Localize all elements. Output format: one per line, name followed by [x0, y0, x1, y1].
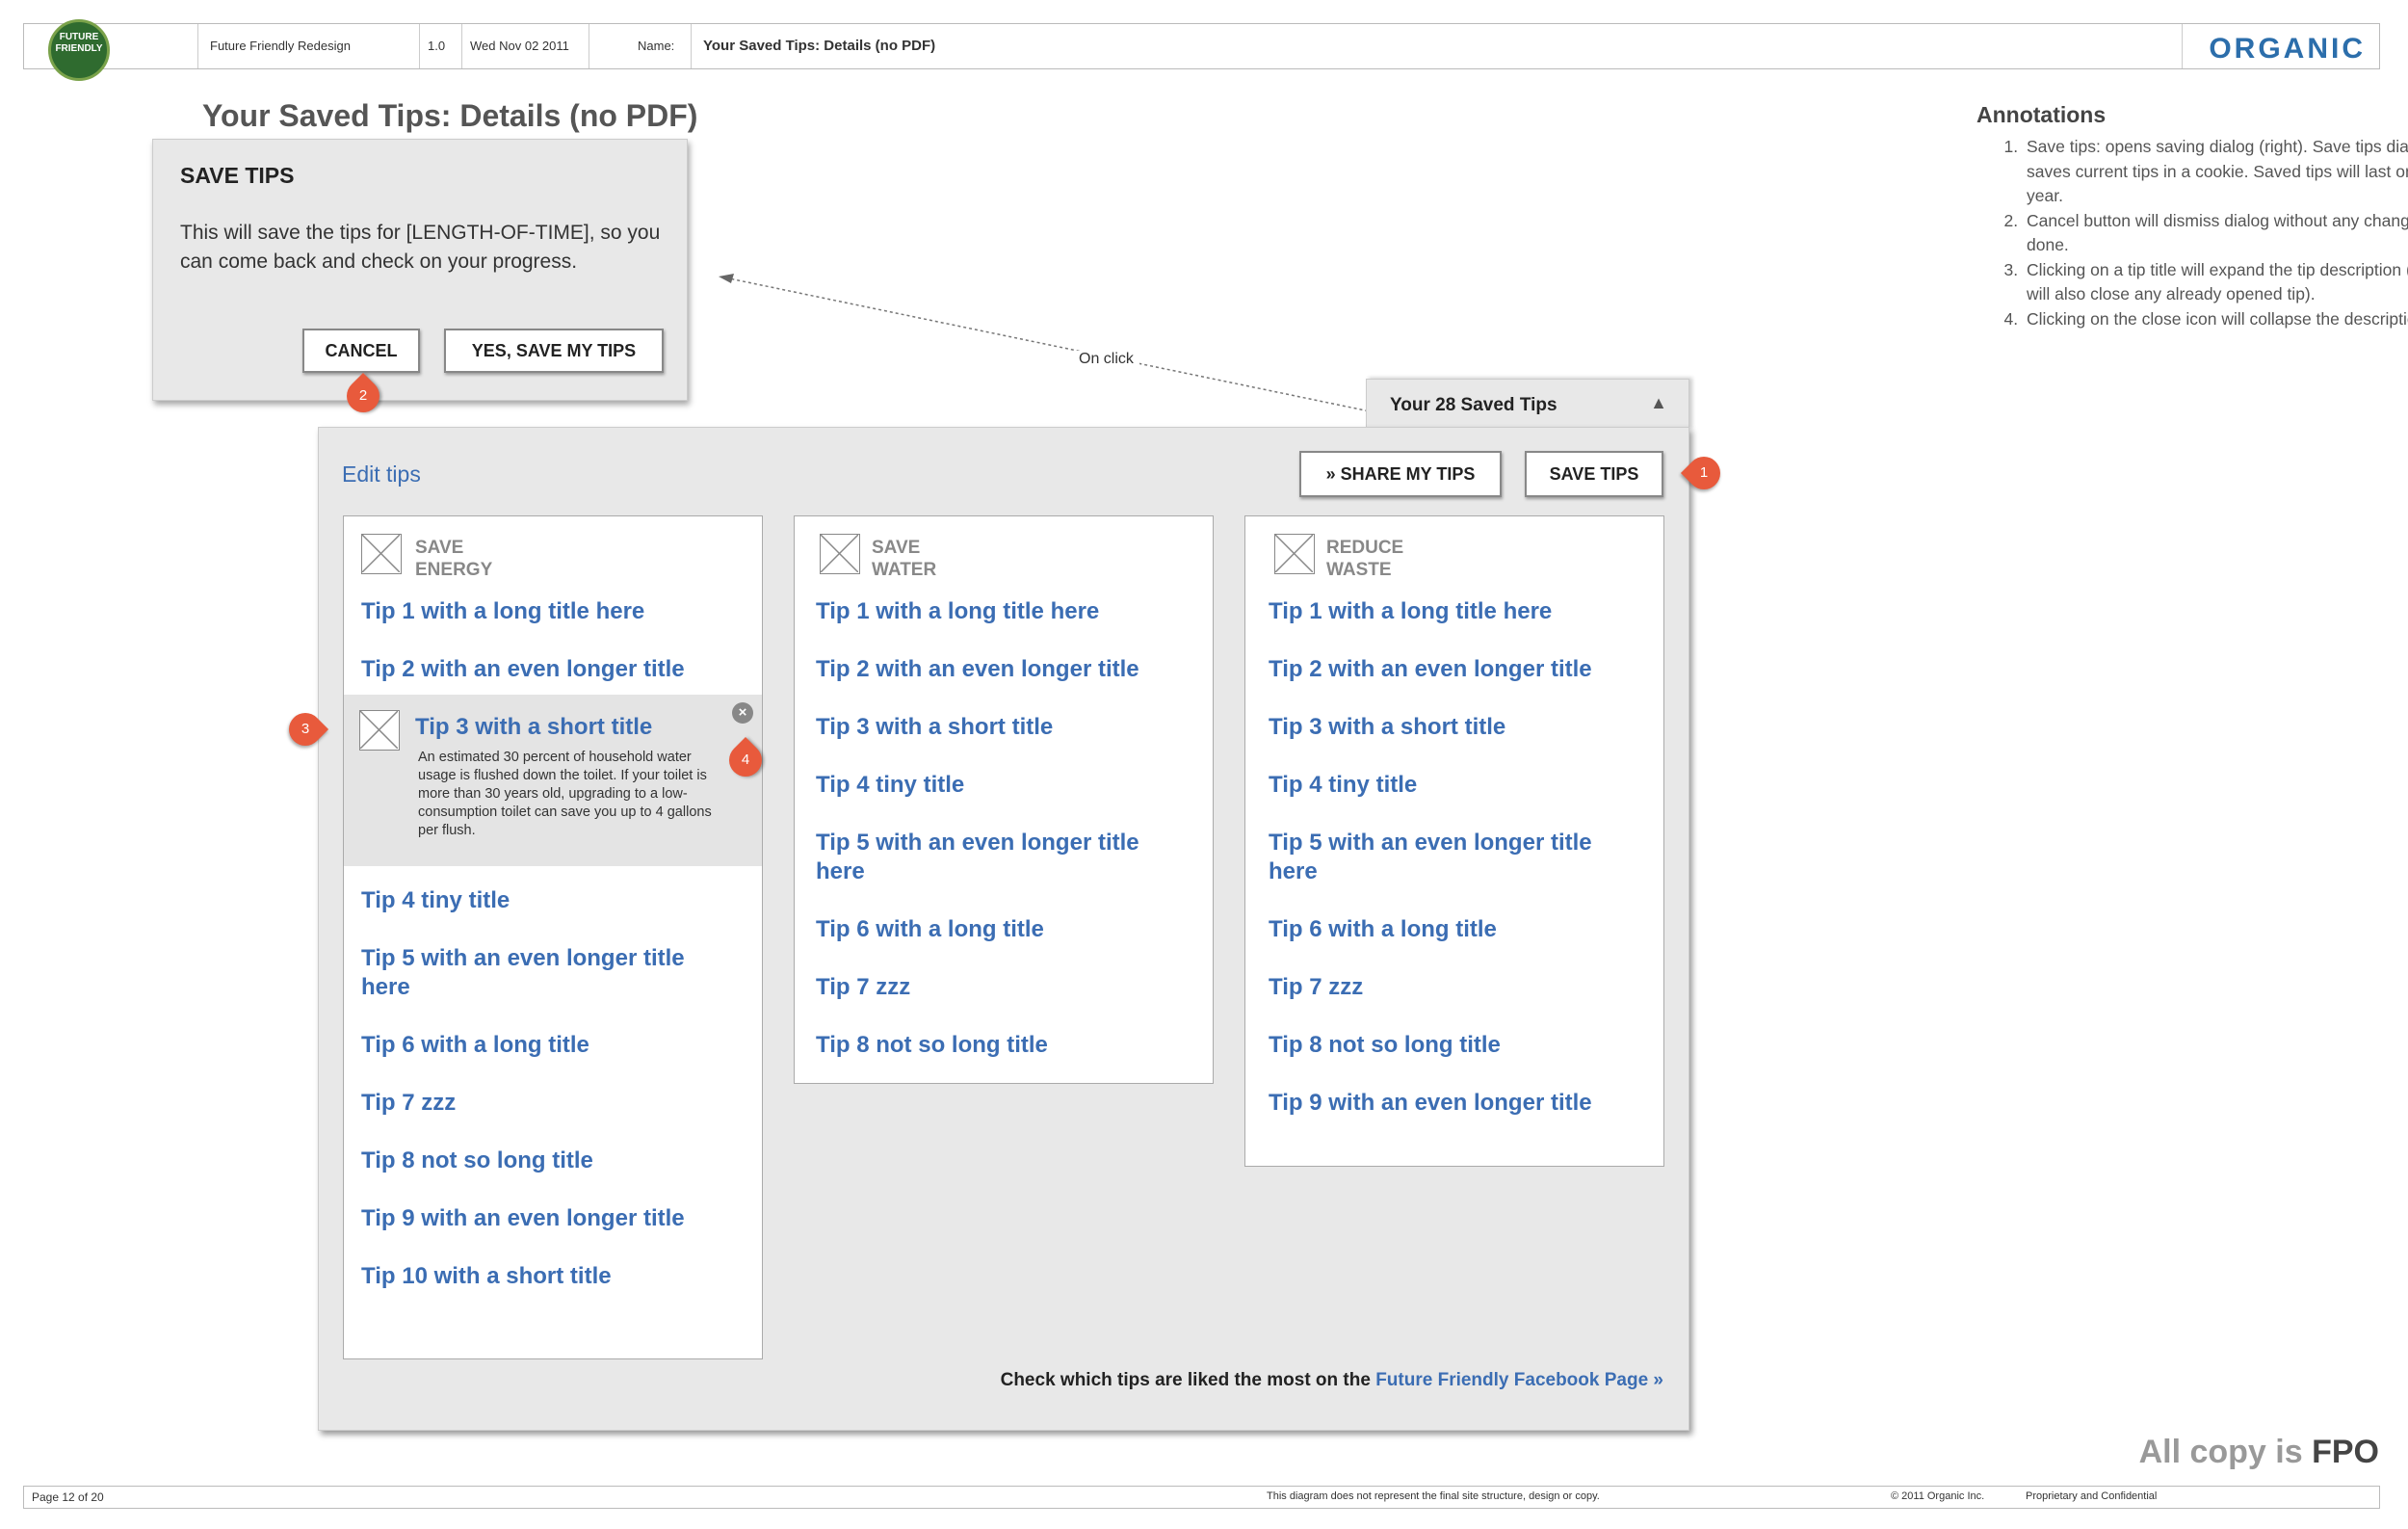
category-column-reduce-waste: REDUCE WASTE Tip 1 with a long title here… — [1244, 515, 1664, 1167]
tip-title[interactable]: Tip 2 with an even longer title — [361, 655, 685, 684]
saved-tips-tab[interactable]: Your 28 Saved Tips ▲ — [1366, 379, 1689, 430]
yes-save-tips-button[interactable]: YES, SAVE MY TIPS — [444, 329, 664, 373]
tip-title[interactable]: Tip 5 with an even longer title here — [361, 944, 727, 1002]
tip-description: An estimated 30 percent of household wat… — [418, 750, 712, 838]
tip-title[interactable]: Tip 5 with an even longer title here — [816, 829, 1182, 886]
tip-title[interactable]: Tip 6 with a long title — [1269, 915, 1497, 944]
document-footer: Page 12 of 20 This diagram does not repr… — [23, 1486, 2380, 1509]
tip-title[interactable]: Tip 8 not so long title — [816, 1031, 1048, 1060]
close-icon[interactable]: × — [732, 702, 753, 724]
category-line-2: WASTE — [1326, 560, 1392, 580]
share-my-tips-button[interactable]: » SHARE MY TIPS — [1299, 451, 1502, 497]
tip-title[interactable]: Tip 4 tiny title — [1269, 771, 1417, 800]
category-column-save-water: SAVE WATER Tip 1 with a long title here T… — [794, 515, 1214, 1084]
image-placeholder-icon — [1274, 534, 1315, 574]
tip-title[interactable]: Tip 9 with an even longer title — [361, 1204, 685, 1233]
tip-title[interactable]: Tip 2 with an even longer title — [816, 655, 1139, 684]
fpo-bold: FPO — [2312, 1434, 2379, 1470]
tip-title[interactable]: Tip 6 with a long title — [816, 915, 1044, 944]
tip-title[interactable]: Tip 2 with an even longer title — [1269, 655, 1592, 684]
tip-title[interactable]: Tip 4 tiny title — [816, 771, 964, 800]
tip-title[interactable]: Tip 7 zzz — [1269, 973, 1363, 1002]
tip-title[interactable]: Tip 1 with a long title here — [1269, 597, 1552, 626]
connector-label: On click — [1073, 351, 1139, 368]
tip-title[interactable]: Tip 7 zzz — [816, 973, 910, 1002]
marker-number: 1 — [1699, 464, 1709, 481]
saved-tips-panel: Edit tips » SHARE MY TIPS SAVE TIPS SAVE… — [318, 427, 1689, 1431]
tip-title[interactable]: Tip 1 with a long title here — [361, 597, 644, 626]
image-placeholder-icon — [361, 534, 402, 574]
tip-title[interactable]: Tip 10 with a short title — [361, 1262, 612, 1291]
fpo-prefix: All copy is — [2138, 1434, 2313, 1470]
cancel-button[interactable]: CANCEL — [302, 329, 420, 373]
edit-tips-link[interactable]: Edit tips — [342, 461, 421, 488]
collapse-arrow-icon[interactable]: ▲ — [1650, 393, 1667, 413]
category-label: SAVE WATER — [872, 537, 936, 581]
cta-text: Check which tips are liked the most on t… — [1000, 1370, 1376, 1390]
tip-title[interactable]: Tip 9 with an even longer title — [1269, 1089, 1592, 1118]
copyright: © 2011 Organic Inc. — [1891, 1490, 1985, 1502]
category-line-1: SAVE — [415, 538, 464, 558]
tip-title[interactable]: Tip 8 not so long title — [1269, 1031, 1501, 1060]
annotation-marker-4: 4 — [721, 736, 770, 784]
tip-title[interactable]: Tip 8 not so long title — [361, 1147, 593, 1175]
category-line-1: SAVE — [872, 538, 921, 558]
tip-title[interactable]: Tip 7 zzz — [361, 1089, 456, 1118]
expanded-tip: Tip 3 with a short title An estimated 30… — [344, 695, 762, 866]
save-tips-dialog: SAVE TIPS This will save the tips for [L… — [152, 139, 688, 401]
tip-title[interactable]: Tip 4 tiny title — [361, 886, 510, 915]
confidentiality: Proprietary and Confidential — [2026, 1490, 2158, 1502]
category-column-save-energy: SAVE ENERGY Tip 1 with a long title here … — [343, 515, 763, 1359]
image-placeholder-icon — [820, 534, 860, 574]
category-line-2: ENERGY — [415, 560, 493, 580]
save-tips-button[interactable]: SAVE TIPS — [1525, 451, 1663, 497]
category-label: SAVE ENERGY — [415, 537, 492, 581]
annotation-marker-1: 1 — [1680, 449, 1728, 497]
image-placeholder-icon — [359, 710, 400, 751]
tip-title[interactable]: Tip 1 with a long title here — [816, 597, 1099, 626]
tip-title[interactable]: Tip 3 with a short title — [415, 713, 652, 742]
tip-title[interactable]: Tip 3 with a short title — [816, 713, 1053, 742]
saved-tips-count: Your 28 Saved Tips — [1390, 395, 1557, 415]
tip-title[interactable]: Tip 5 with an even longer title here — [1269, 829, 1635, 886]
marker-number: 4 — [741, 751, 750, 768]
category-label: REDUCE WASTE — [1326, 537, 1403, 581]
facebook-cta: Check which tips are liked the most on t… — [1001, 1370, 1663, 1391]
page-number: Page 12 of 20 — [32, 1490, 104, 1504]
annotation-marker-2: 2 — [339, 372, 387, 420]
marker-number: 3 — [301, 721, 310, 737]
dialog-title: SAVE TIPS — [180, 163, 295, 188]
marker-number: 2 — [358, 387, 368, 404]
category-line-1: REDUCE — [1326, 538, 1404, 558]
tip-title[interactable]: Tip 6 with a long title — [361, 1031, 589, 1060]
facebook-page-link[interactable]: Future Friendly Facebook Page » — [1375, 1370, 1663, 1390]
annotation-marker-3: 3 — [281, 705, 329, 753]
disclaimer: This diagram does not represent the fina… — [1267, 1490, 1600, 1502]
fpo-note: All copy is FPO — [2139, 1434, 2379, 1471]
category-line-2: WATER — [872, 560, 937, 580]
tip-title[interactable]: Tip 3 with a short title — [1269, 713, 1505, 742]
dialog-body: This will save the tips for [LENGTH-OF-T… — [180, 222, 661, 273]
